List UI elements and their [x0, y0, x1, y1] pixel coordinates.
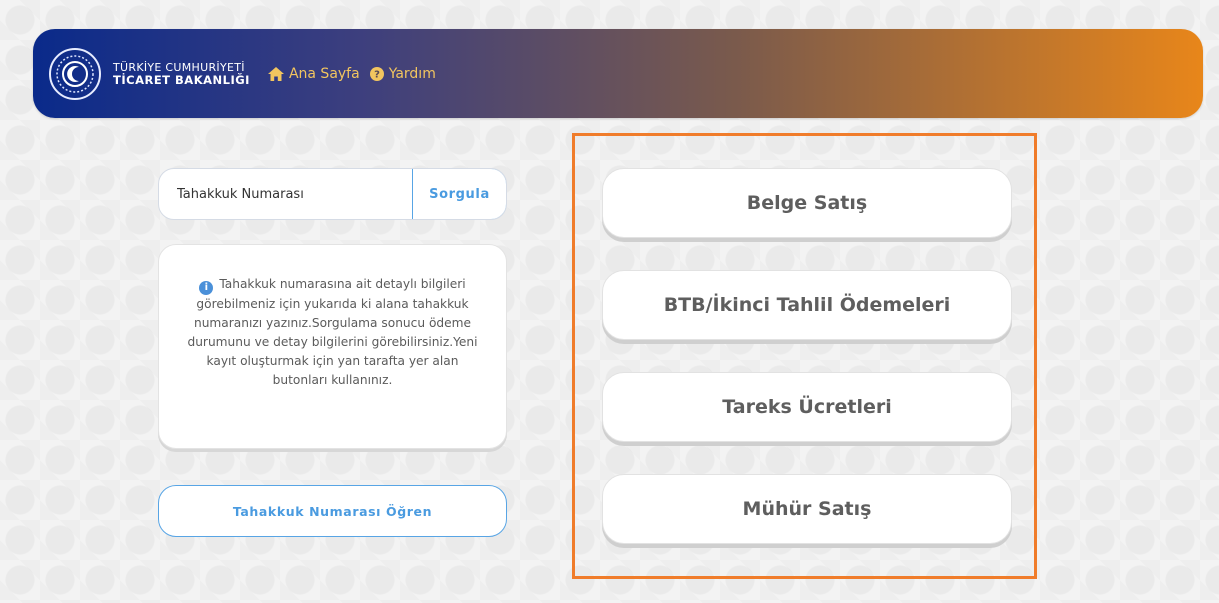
info-card: i Tahakkuk numarasına ait detaylı bilgile… [158, 244, 507, 449]
nav-home-link[interactable]: Ana Sayfa [267, 65, 360, 82]
nav-help-label: Yardım [388, 65, 436, 82]
brand-line-1: TÜRKİYE CUMHURİYETİ [113, 60, 245, 74]
info-icon: i [199, 281, 214, 295]
brand-line-2: TİCARET BAKANLIĞI [113, 72, 250, 87]
info-text: Tahakkuk numarasına ait detaylı bilgiler… [187, 277, 478, 387]
belge-satis-button[interactable]: Belge Satış [602, 168, 1012, 238]
learn-tahakkuk-number-button[interactable]: Tahakkuk Numarası Öğren [158, 485, 507, 537]
help-icon: ? [369, 66, 384, 81]
home-icon [267, 66, 284, 81]
tahakkuk-number-input[interactable] [159, 169, 412, 219]
nav-home-label: Ana Sayfa [288, 65, 360, 82]
brand-text: TÜRKİYE CUMHURİYETİ TİCARET BAKANLIĞI [113, 61, 250, 87]
tareks-ucretleri-button[interactable]: Tareks Ücretleri [602, 372, 1012, 442]
muhur-satis-button[interactable]: Mühür Satış [602, 474, 1012, 544]
btb-ikinci-tahlil-button[interactable]: BTB/İkinci Tahlil Ödemeleri [602, 270, 1012, 340]
top-nav: Ana Sayfa ? Yardım [267, 65, 436, 82]
search-bar: Sorgula [158, 168, 507, 220]
query-button[interactable]: Sorgula [412, 169, 506, 219]
emblem-icon [56, 54, 94, 93]
svg-text:?: ? [374, 69, 380, 80]
header-bar: TÜRKİYE CUMHURİYETİ TİCARET BAKANLIĞI An… [33, 29, 1203, 118]
ministry-logo[interactable] [49, 47, 101, 100]
nav-help-link[interactable]: ? Yardım [369, 65, 436, 82]
